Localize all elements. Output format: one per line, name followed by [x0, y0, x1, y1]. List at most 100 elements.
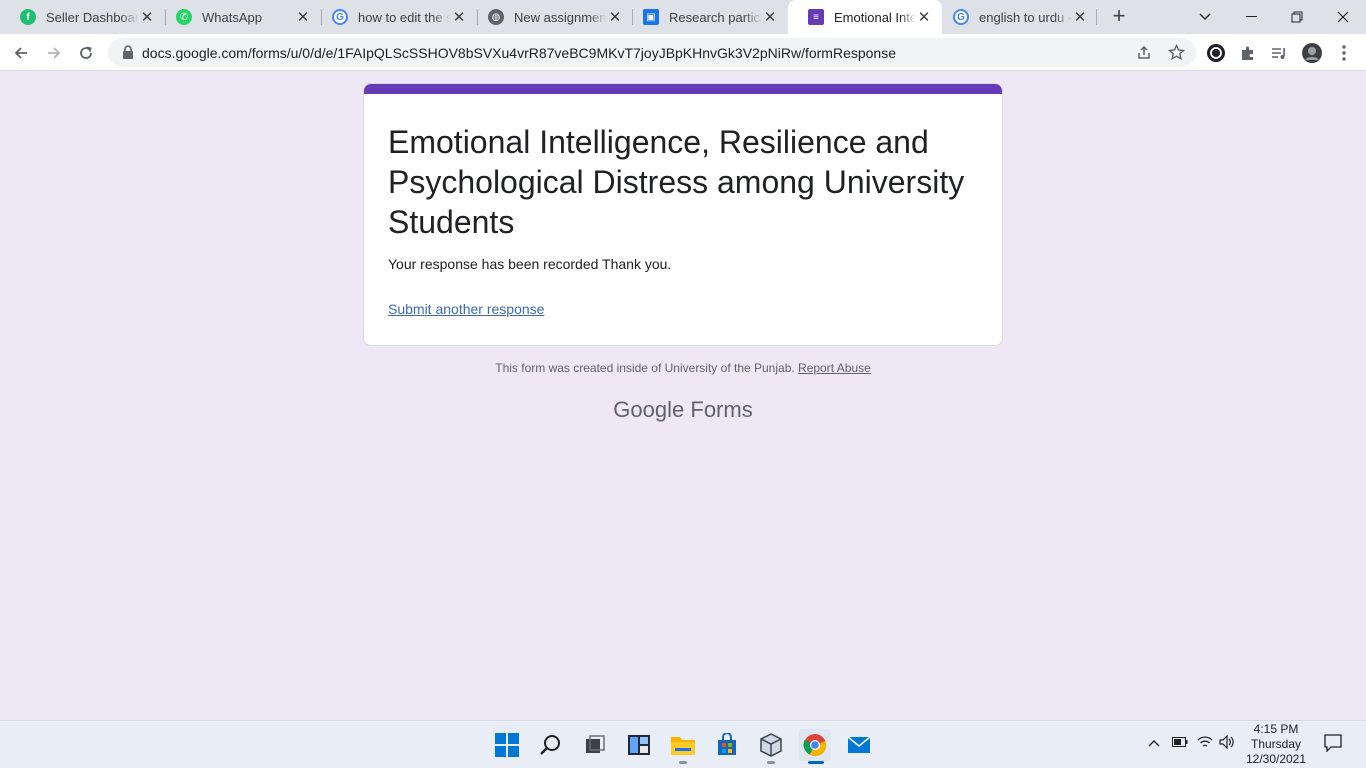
wifi-icon: [1197, 736, 1213, 747]
reload-button[interactable]: [73, 40, 99, 66]
folder-icon: [671, 737, 695, 755]
windows-taskbar: 4:15 PM Thursday 12/30/2021: [0, 720, 1366, 768]
tab-separator: [1096, 9, 1097, 25]
tab-title: Research particip: [669, 9, 762, 25]
close-tab-icon[interactable]: ✕: [139, 9, 155, 26]
new-tab-button[interactable]: +: [1108, 5, 1130, 27]
close-tab-icon[interactable]: ✕: [607, 9, 623, 26]
battery-indicator[interactable]: [1172, 735, 1188, 750]
tab-title: how to edit the s: [358, 9, 451, 25]
extension-circle-icon: [1207, 44, 1225, 62]
whatsapp-icon: ✆: [176, 9, 192, 25]
close-tab-icon[interactable]: ✕: [1072, 9, 1088, 26]
close-icon: [1337, 11, 1349, 23]
cube-icon: [760, 733, 782, 757]
running-indicator: [679, 761, 687, 764]
mail-icon: [847, 736, 871, 753]
close-tab-icon[interactable]: ✕: [451, 9, 467, 26]
close-tab-icon[interactable]: ✕: [295, 9, 311, 26]
tab-seller-dashboard[interactable]: f Seller Dashboard ✕: [0, 0, 165, 34]
tab-search-button[interactable]: [1182, 0, 1228, 34]
clock-date: 12/30/2021: [1245, 752, 1307, 766]
forward-button[interactable]: [41, 40, 67, 66]
close-tab-icon[interactable]: ✕: [916, 9, 932, 26]
notification-icon: [1324, 734, 1342, 753]
report-abuse-link[interactable]: Report Abuse: [798, 361, 871, 375]
google-forms-logo[interactable]: Google Forms: [0, 397, 1366, 423]
search-icon: [540, 735, 560, 755]
lock-icon: [123, 45, 133, 59]
browser-toolbar: docs.google.com/forms/u/0/d/e/1FAIpQLScS…: [0, 34, 1366, 71]
windows-logo-icon: [495, 733, 519, 757]
tab-how-to-edit[interactable]: G how to edit the s ✕: [312, 0, 477, 34]
tab-title: english to urdu -: [979, 9, 1072, 25]
url-text[interactable]: docs.google.com/forms/u/0/d/e/1FAIpQLScS…: [142, 45, 896, 61]
browser-menu-button[interactable]: [1331, 40, 1357, 66]
address-bar[interactable]: docs.google.com/forms/u/0/d/e/1FAIpQLScS…: [108, 38, 1196, 67]
back-button[interactable]: [8, 40, 34, 66]
restore-icon: [1291, 11, 1303, 23]
form-page: Emotional Intelligence, Resilience and P…: [0, 71, 1366, 720]
battery-icon: [1172, 737, 1188, 747]
microsoft-store-button[interactable]: [711, 729, 743, 761]
minimize-icon: [1245, 16, 1257, 17]
show-hidden-icons-button[interactable]: [1148, 735, 1160, 750]
tab-title: WhatsApp: [202, 9, 262, 25]
security-app-button[interactable]: [755, 729, 787, 761]
close-tab-icon[interactable]: ✕: [762, 9, 778, 26]
bookmark-star-icon[interactable]: [1168, 44, 1185, 61]
network-indicator[interactable]: [1197, 735, 1213, 752]
widgets-icon: [628, 735, 650, 755]
mail-button[interactable]: [843, 729, 875, 761]
media-control-button[interactable]: [1266, 40, 1292, 66]
google-wordmark: Google: [613, 397, 685, 422]
widgets-button[interactable]: [623, 729, 655, 761]
google-forms-icon: ≡: [808, 9, 824, 25]
search-button[interactable]: [535, 729, 567, 761]
active-app-indicator: [808, 761, 824, 764]
restore-button[interactable]: [1274, 0, 1320, 34]
submit-another-response-link[interactable]: Submit another response: [388, 301, 544, 317]
footer-text: This form was created inside of Universi…: [495, 361, 795, 375]
chevron-down-icon: [1199, 13, 1211, 20]
tab-new-assignment[interactable]: ◍ New assignment ✕: [468, 0, 633, 34]
minimize-button[interactable]: [1228, 0, 1274, 34]
arrow-left-icon: [14, 47, 27, 59]
tab-title: Emotional Intellig: [834, 9, 916, 25]
card-accent-bar: [364, 84, 1002, 94]
tab-title: New assignment: [514, 9, 607, 25]
store-icon: [718, 733, 736, 755]
extension-button[interactable]: [1203, 40, 1229, 66]
system-clock[interactable]: 4:15 PM Thursday 12/30/2021: [1242, 721, 1310, 768]
media-list-icon: [1272, 48, 1285, 59]
globe-icon: ◍: [488, 9, 504, 25]
tab-whatsapp[interactable]: ✆ WhatsApp ✕: [156, 0, 321, 34]
extensions-button[interactable]: [1235, 40, 1261, 66]
profile-button[interactable]: [1299, 40, 1325, 66]
start-button[interactable]: [491, 729, 523, 761]
tab-english-to-urdu[interactable]: G english to urdu - ✕: [933, 0, 1098, 34]
task-view-button[interactable]: [579, 729, 611, 761]
task-view-icon: [586, 735, 605, 753]
confirmation-message: Your response has been recorded Thank yo…: [388, 256, 672, 272]
google-icon: G: [332, 9, 348, 25]
tab-emotional-intelligence[interactable]: ≡ Emotional Intellig ✕: [788, 0, 942, 34]
puzzle-icon: [1242, 46, 1253, 60]
chevron-up-icon: [1148, 740, 1160, 747]
arrow-right-icon: [48, 47, 61, 59]
chrome-button[interactable]: [799, 729, 831, 761]
contact-form-icon: ▣: [643, 9, 659, 25]
tab-research-participation[interactable]: ▣ Research particip ✕: [623, 0, 788, 34]
clock-day: Thursday: [1250, 737, 1302, 751]
running-indicator: [767, 761, 775, 764]
share-icon[interactable]: [1136, 45, 1152, 61]
volume-indicator[interactable]: [1219, 734, 1235, 752]
clock-time: 4:15 PM: [1253, 722, 1299, 736]
confirmation-card: Emotional Intelligence, Resilience and P…: [363, 83, 1003, 346]
close-window-button[interactable]: [1320, 0, 1366, 34]
file-explorer-button[interactable]: [667, 729, 699, 761]
form-footer: This form was created inside of Universi…: [0, 361, 1366, 375]
more-vertical-icon: [1342, 45, 1346, 61]
form-title: Emotional Intelligence, Resilience and P…: [388, 124, 965, 240]
notifications-button[interactable]: [1324, 734, 1342, 755]
